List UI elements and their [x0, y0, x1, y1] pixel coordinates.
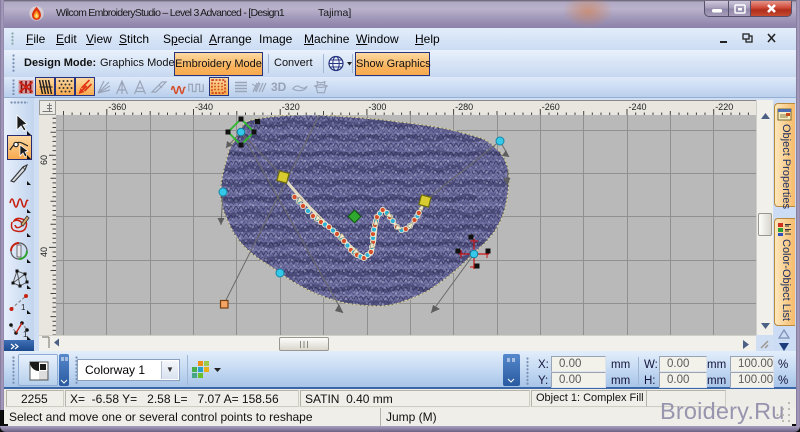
svg-text:1: 1: [21, 303, 26, 312]
svg-text:-220: -220: [715, 102, 733, 112]
svg-text:-300: -300: [368, 102, 386, 112]
svg-text:-360: -360: [108, 102, 126, 112]
svg-text:-320: -320: [282, 102, 300, 112]
svg-text:-340: -340: [195, 102, 213, 112]
svg-text:-240: -240: [629, 102, 647, 112]
svg-text:60: 60: [39, 155, 49, 165]
svg-text:-260: -260: [542, 102, 560, 112]
svg-text:-280: -280: [455, 102, 473, 112]
svg-text:40: 40: [39, 247, 49, 257]
